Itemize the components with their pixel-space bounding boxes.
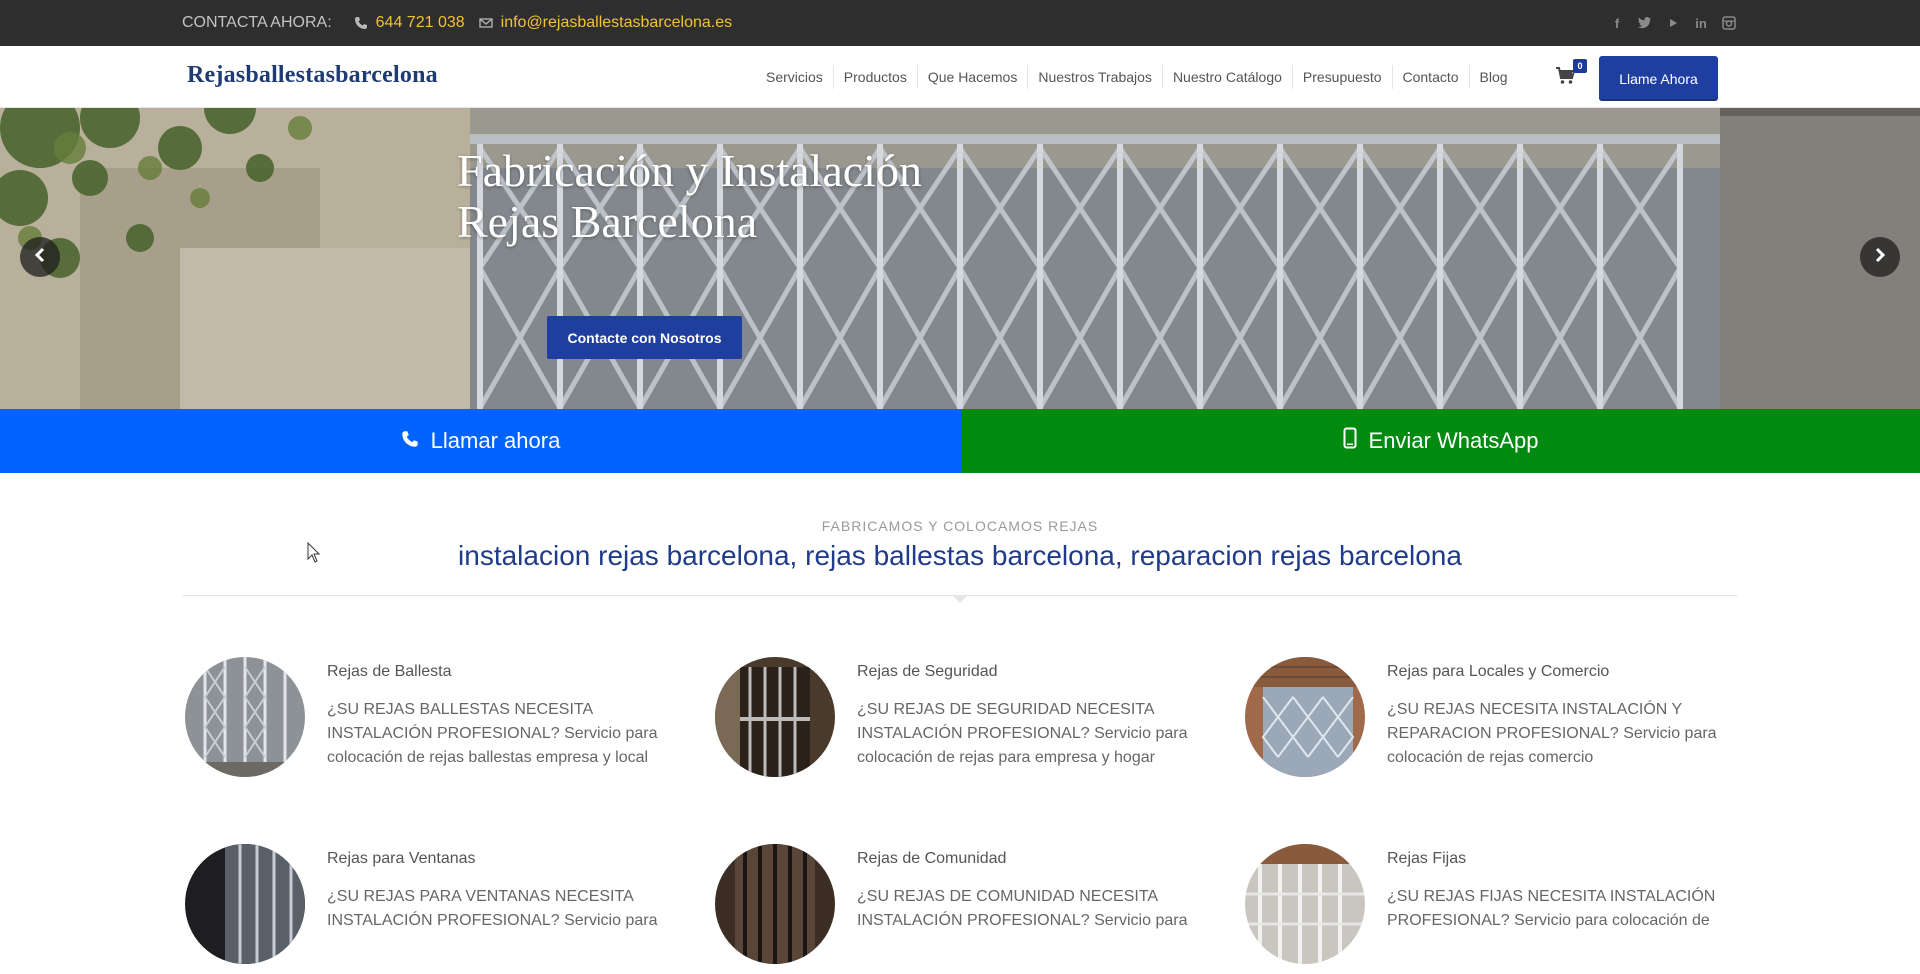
service-image: [185, 657, 305, 777]
nav-item-productos[interactable]: Productos: [834, 64, 918, 89]
service-description: ¿SU REJAS FIJAS NECESITA INSTALACIÓN PRO…: [1387, 888, 1716, 929]
service-card[interactable]: Rejas de Comunidad ¿SU REJAS DE COMUNIDA…: [712, 844, 1192, 974]
service-image: [1245, 657, 1365, 777]
nav-item-blog[interactable]: Blog: [1470, 65, 1518, 89]
mobile-phone-icon: [1343, 427, 1357, 455]
nav-item-contacto[interactable]: Contacto: [1393, 64, 1470, 89]
service-title: Rejas de Comunidad: [857, 850, 1007, 867]
phone-icon: [354, 16, 368, 30]
chevron-left-icon: [33, 247, 47, 268]
main-nav: Servicios Productos Que Hacemos Nuestros…: [756, 46, 1518, 107]
hero-slider: Fabricación y Instalación Rejas Barcelon…: [0, 108, 1920, 409]
nav-item-nuestro-catalogo[interactable]: Nuestro Catálogo: [1163, 64, 1293, 89]
service-card[interactable]: Rejas de Seguridad ¿SU REJAS DE SEGURIDA…: [712, 657, 1192, 787]
hero-title: Fabricación y Instalación Rejas Barcelon…: [457, 145, 1057, 247]
nav-item-servicios[interactable]: Servicios: [756, 64, 834, 89]
twitter-icon[interactable]: [1638, 16, 1652, 30]
hero-title-line-1: Fabricación y Instalación: [457, 145, 922, 196]
service-card[interactable]: Rejas de Ballesta ¿SU REJAS BALLESTAS NE…: [182, 657, 662, 787]
service-description: ¿SU REJAS BALLESTAS NECESITA INSTALACIÓN…: [327, 701, 658, 766]
facebook-icon[interactable]: f: [1610, 16, 1624, 31]
service-image: [185, 844, 305, 964]
service-description: ¿SU REJAS NECESITA INSTALACIÓN Y REPARAC…: [1387, 701, 1717, 766]
envelope-icon: [478, 16, 493, 30]
mouse-cursor-icon: [307, 541, 321, 569]
service-card[interactable]: Rejas para Ventanas ¿SU REJAS PARA VENTA…: [182, 844, 662, 974]
service-image: [1245, 844, 1365, 964]
slider-prev-button[interactable]: [20, 237, 60, 277]
phone-link[interactable]: 644 721 038: [376, 14, 465, 32]
contact-us-button[interactable]: Contacte con Nosotros: [547, 316, 742, 359]
service-title: Rejas Fijas: [1387, 850, 1467, 867]
service-description: ¿SU REJAS PARA VENTANAS NECESITA INSTALA…: [327, 888, 658, 929]
service-image: [715, 657, 835, 777]
cart-button[interactable]: 0: [1555, 59, 1587, 90]
contact-label: CONTACTA AHORA:: [182, 14, 332, 31]
service-description: ¿SU REJAS DE SEGURIDAD NECESITA INSTALAC…: [857, 701, 1188, 766]
call-now-label: Llamar ahora: [430, 428, 561, 453]
slider-next-button[interactable]: [1860, 237, 1900, 277]
linkedin-icon[interactable]: in: [1694, 16, 1708, 31]
service-card[interactable]: Rejas para Locales y Comercio ¿SU REJAS …: [1242, 657, 1722, 787]
whatsapp-bar[interactable]: Enviar WhatsApp: [961, 409, 1920, 473]
instagram-icon[interactable]: [1722, 16, 1736, 30]
call-now-button[interactable]: Llame Ahora: [1599, 56, 1718, 101]
phone-icon: [401, 428, 419, 454]
service-title: Rejas para Locales y Comercio: [1387, 663, 1610, 680]
nav-item-nuestros-trabajos[interactable]: Nuestros Trabajos: [1028, 64, 1163, 89]
youtube-icon[interactable]: [1666, 16, 1680, 30]
shopping-cart-icon: [1555, 67, 1577, 90]
contact-info: CONTACTA AHORA: 644 721 038 info@rejasba…: [182, 0, 732, 46]
site-logo[interactable]: Rejasballestasbarcelona: [187, 62, 438, 89]
service-image: [715, 844, 835, 964]
social-links: f in: [1610, 0, 1736, 46]
chevron-right-icon: [1873, 247, 1887, 268]
service-description: ¿SU REJAS DE COMUNIDAD NECESITA INSTALAC…: [857, 888, 1188, 929]
service-title: Rejas para Ventanas: [327, 850, 476, 867]
service-title: Rejas de Seguridad: [857, 663, 998, 680]
email-link[interactable]: info@rejasballestasbarcelona.es: [501, 14, 732, 32]
top-contact-bar: CONTACTA AHORA: 644 721 038 info@rejasba…: [0, 0, 1920, 46]
nav-item-presupuesto[interactable]: Presupuesto: [1293, 64, 1393, 89]
service-title: Rejas de Ballesta: [327, 663, 452, 680]
cart-count-badge: 0: [1573, 59, 1587, 73]
hero-title-line-2: Rejas Barcelona: [457, 196, 758, 247]
call-now-bar[interactable]: Llamar ahora: [0, 409, 961, 473]
divider-notch: [952, 595, 968, 603]
whatsapp-label: Enviar WhatsApp: [1368, 428, 1539, 453]
section-title: instalacion rejas barcelona, rejas balle…: [458, 540, 1462, 571]
section-kicker: FABRICAMOS Y COLOCAMOS REJAS: [821, 518, 1099, 534]
nav-item-que-hacemos[interactable]: Que Hacemos: [918, 64, 1029, 89]
service-card[interactable]: Rejas Fijas ¿SU REJAS FIJAS NECESITA INS…: [1242, 844, 1722, 974]
